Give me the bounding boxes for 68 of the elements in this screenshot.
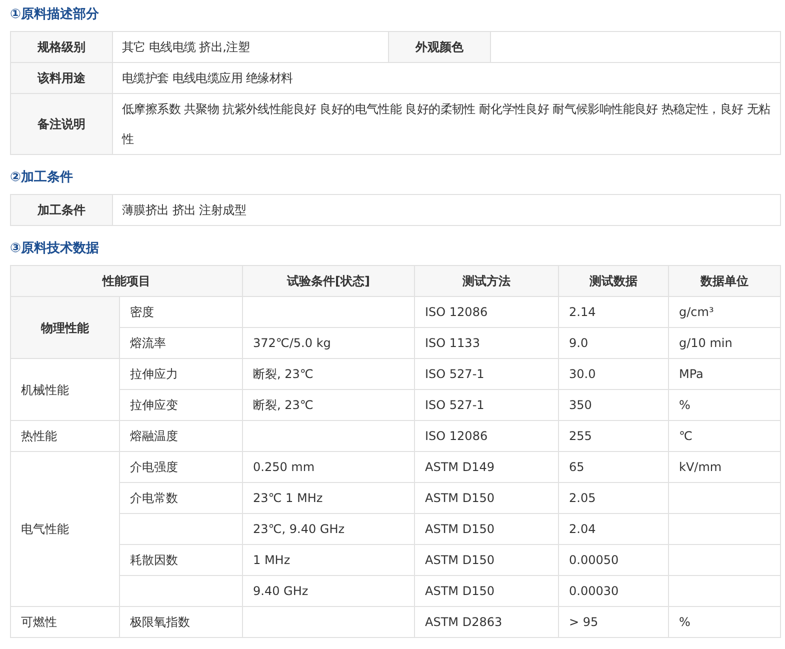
table-cell: 断裂, 23℃ [242, 358, 414, 390]
table-cell: 熔融温度 [120, 420, 242, 452]
table-cell: ISO 527-1 [414, 390, 558, 420]
table-cell: 机械性能 [10, 358, 120, 420]
table-cell: 2.04 [558, 514, 668, 544]
field-value: 电缆护套 电线电缆应用 绝缘材料 [112, 62, 780, 94]
field-label: 加工条件 [10, 194, 112, 226]
table-cell: 熔流率 [120, 328, 242, 358]
table-cell: 9.0 [558, 328, 668, 358]
table-cell: 0.00050 [558, 544, 668, 576]
table-cell: kV/mm [668, 452, 780, 482]
table-cell: 372℃/5.0 kg [242, 328, 414, 358]
table-cell: 介电常数 [120, 482, 242, 514]
field-label: 规格级别 [10, 32, 112, 62]
field-value: 薄膜挤出 挤出 注射成型 [112, 194, 780, 226]
table-cell: 2.05 [558, 482, 668, 514]
table-cell: ISO 12086 [414, 420, 558, 452]
table-cell: 255 [558, 420, 668, 452]
table-cell: 耗散因数 [120, 544, 242, 576]
table-cell: 30.0 [558, 358, 668, 390]
column-header: 试验条件[状态] [242, 266, 414, 296]
table-cell: 23℃, 9.40 GHz [242, 514, 414, 544]
table-cell: 9.40 GHz [242, 576, 414, 606]
field-value: 其它 电线电缆 挤出,注塑 [112, 32, 388, 62]
table-cell: 0.250 mm [242, 452, 414, 482]
section-title: ②加工条件 [10, 169, 74, 187]
field-label: 该料用途 [10, 62, 112, 94]
table-cell: MPa [668, 358, 780, 390]
table-cell: 拉伸应力 [120, 358, 242, 390]
table-cell: ASTM D149 [414, 452, 558, 482]
table-cell: ASTM D150 [414, 576, 558, 606]
table-cell: ISO 12086 [414, 296, 558, 328]
table-cell: 拉伸应变 [120, 390, 242, 420]
table-cell: % [668, 390, 780, 420]
column-header: 数据单位 [668, 266, 780, 296]
table-cell: ASTM D2863 [414, 606, 558, 638]
column-header: 性能项目 [10, 266, 242, 296]
column-header: 测试方法 [414, 266, 558, 296]
table-cell: % [668, 606, 780, 638]
table-cell: 热性能 [10, 420, 120, 452]
field-label: 备注说明 [10, 94, 112, 154]
table-cell: 350 [558, 390, 668, 420]
table-cell: 65 [558, 452, 668, 482]
table-cell: ASTM D150 [414, 482, 558, 514]
table-cell: 极限氧指数 [120, 606, 242, 638]
table-cell: g/cm³ [668, 296, 780, 328]
table-cell: ASTM D150 [414, 544, 558, 576]
table-cell: ISO 1133 [414, 328, 558, 358]
table-cell: > 95 [558, 606, 668, 638]
table-cell: ℃ [668, 420, 780, 452]
table-cell: 介电强度 [120, 452, 242, 482]
table-cell: 2.14 [558, 296, 668, 328]
table-cell: 断裂, 23℃ [242, 390, 414, 420]
table-cell: 1 MHz [242, 544, 414, 576]
section-title: ③原料技术数据 [10, 240, 100, 258]
section-title: ①原料描述部分 [10, 6, 100, 24]
table-cell: 0.00030 [558, 576, 668, 606]
table-cell: 23℃ 1 MHz [242, 482, 414, 514]
table-cell: 物理性能 [10, 296, 120, 358]
table-cell: 密度 [120, 296, 242, 328]
table-cell: g/10 min [668, 328, 780, 358]
table-cell: 电气性能 [10, 452, 120, 606]
field-value: 低摩擦系数 共聚物 抗紫外线性能良好 良好的电气性能 良好的柔韧性 耐化学性良好 耐气候影响性能良好 热稳定性，良好 无粘性 [112, 94, 780, 154]
table-cell: ASTM D150 [414, 514, 558, 544]
table-cell: ISO 527-1 [414, 358, 558, 390]
field-label: 外观颜色 [388, 32, 490, 62]
column-header: 测试数据 [558, 266, 668, 296]
table-cell: 可燃性 [10, 606, 120, 638]
